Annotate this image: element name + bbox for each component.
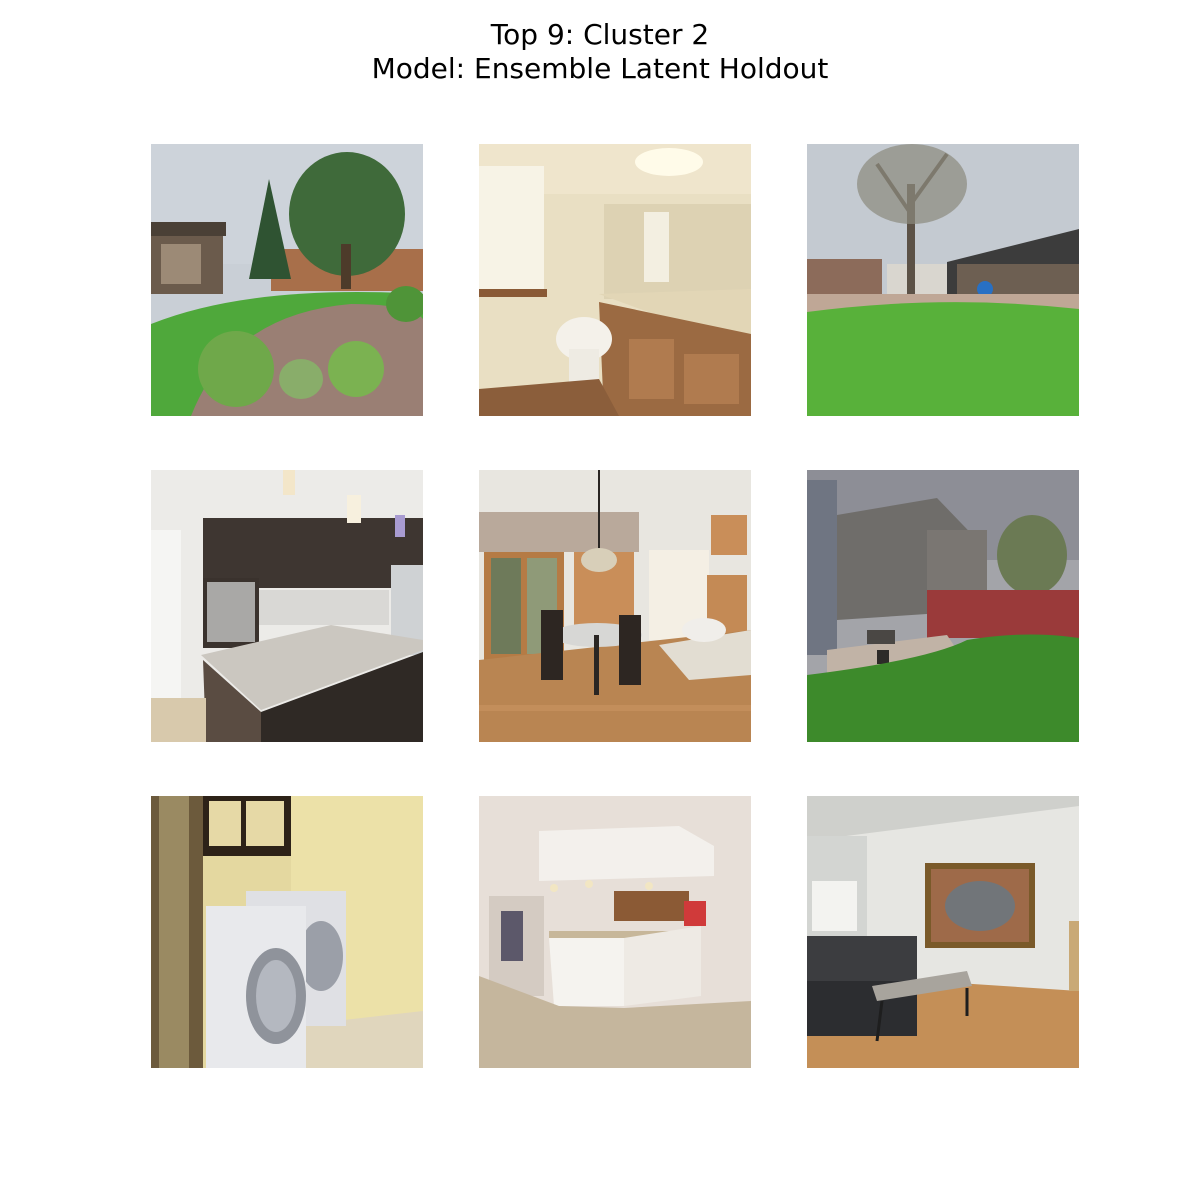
title-line-1: Top 9: Cluster 2 [490, 18, 710, 51]
image-tile-9 [807, 796, 1079, 1068]
image-tile-5 [479, 470, 751, 742]
image-tile-4 [151, 470, 423, 742]
backyard-bare-tree-image [807, 144, 1079, 416]
image-tile-1 [151, 144, 423, 416]
backyard-lawn-image [151, 144, 423, 416]
image-tile-7 [151, 796, 423, 1068]
image-tile-3 [807, 144, 1079, 416]
laundry-room-image [151, 796, 423, 1068]
bathroom-image [479, 144, 751, 416]
dining-room-image [479, 470, 751, 742]
image-tile-6 [807, 470, 1079, 742]
living-room-image [807, 796, 1079, 1068]
image-tile-2 [479, 144, 751, 416]
title-line-2: Model: Ensemble Latent Holdout [371, 52, 829, 85]
kitchen-bar-image [479, 796, 751, 1068]
figure-title: Top 9: Cluster 2 Model: Ensemble Latent … [0, 18, 1200, 86]
kitchen-image [151, 470, 423, 742]
backyard-patio-image [807, 470, 1079, 742]
image-tile-8 [479, 796, 751, 1068]
